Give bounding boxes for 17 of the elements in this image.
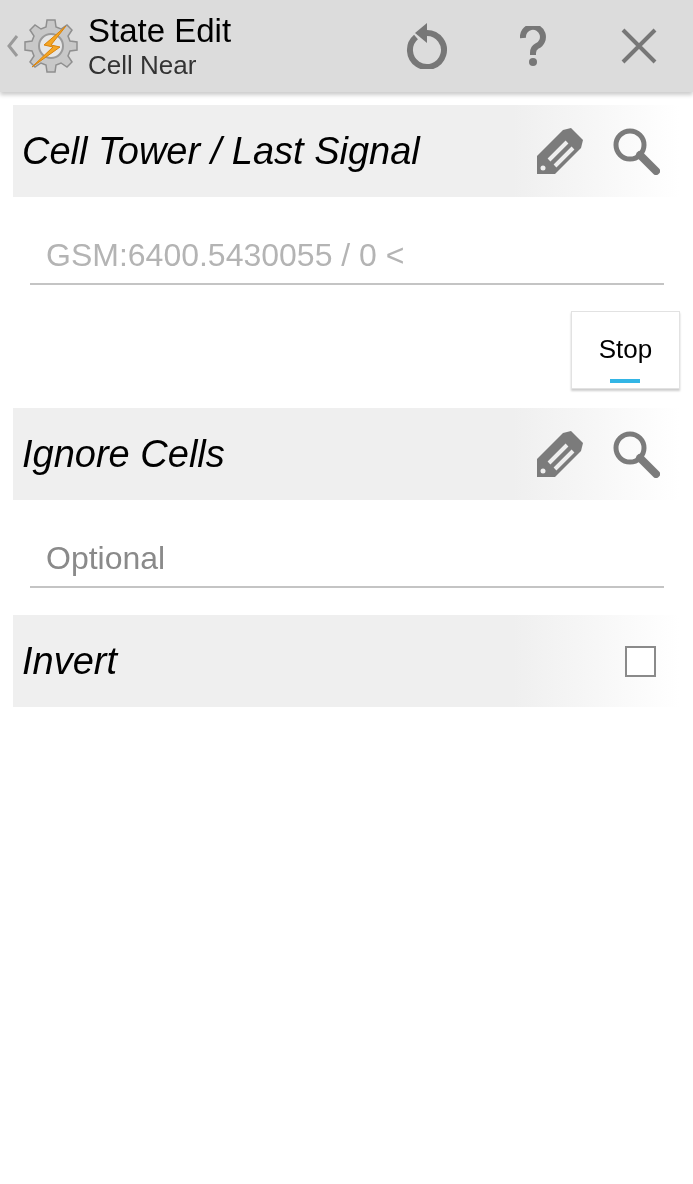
text-field[interactable]: Optional — [30, 530, 664, 588]
search-icon — [612, 430, 660, 478]
pencil-tag-icon — [535, 429, 585, 479]
close-icon — [621, 28, 657, 64]
stop-button[interactable]: Stop — [571, 311, 680, 389]
refresh-icon — [405, 23, 449, 69]
section-title: Invert — [22, 638, 118, 684]
section-title: Ignore Cells — [22, 431, 225, 477]
help-icon — [520, 26, 546, 66]
search-icon — [612, 127, 660, 175]
screen-subtitle: Cell Near — [88, 50, 198, 80]
checkbox[interactable] — [625, 645, 656, 677]
gear-lightning-icon — [22, 17, 80, 75]
chevron-left-icon — [7, 35, 19, 57]
pencil-tag-icon — [535, 126, 585, 176]
screen-title: State Edit — [88, 12, 232, 50]
section-title: Cell Tower / Last Signal — [22, 128, 420, 174]
